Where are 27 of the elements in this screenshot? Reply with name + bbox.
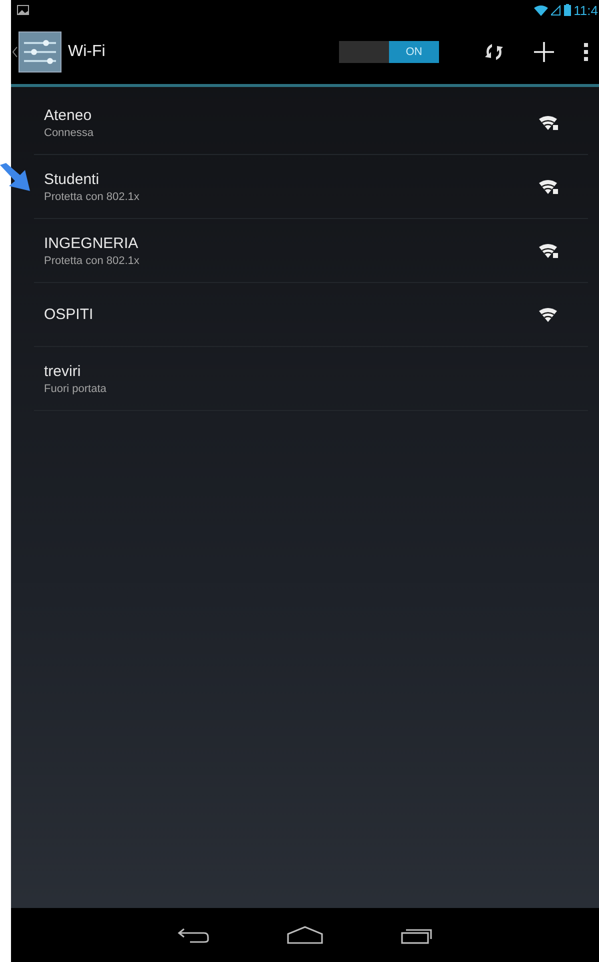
network-row[interactable]: Studenti Protetta con 802.1x xyxy=(34,155,588,219)
network-status: Fuori portata xyxy=(44,382,108,394)
battery-icon xyxy=(564,4,571,16)
up-button[interactable] xyxy=(12,31,62,73)
network-row[interactable]: Ateneo Connessa xyxy=(34,91,588,155)
network-status: Protetta con 802.1x xyxy=(44,254,140,266)
network-status: Protetta con 802.1x xyxy=(44,190,140,202)
network-name: treviri xyxy=(44,362,82,380)
screen-title: Wi-Fi xyxy=(68,43,106,61)
network-name: INGEGNERIA xyxy=(44,234,140,252)
clock-time: 11:4 xyxy=(574,2,598,18)
home-icon[interactable] xyxy=(286,925,324,945)
settings-sliders-icon xyxy=(18,31,62,73)
network-row[interactable]: treviri Fuori portata xyxy=(34,347,588,411)
network-name: OSPITI xyxy=(44,306,94,323)
add-icon[interactable] xyxy=(533,41,555,63)
back-icon[interactable] xyxy=(176,926,210,944)
cell-signal-icon xyxy=(550,4,561,16)
wifi-signal-icon xyxy=(534,4,548,16)
overflow-menu-icon[interactable] xyxy=(583,41,589,63)
picture-notification-icon xyxy=(17,5,29,15)
network-name: Studenti xyxy=(44,170,100,188)
network-name: Ateneo xyxy=(44,106,93,124)
network-row[interactable]: OSPITI xyxy=(34,283,588,347)
network-status: Connessa xyxy=(44,126,95,138)
back-caret-icon xyxy=(12,46,18,58)
network-row[interactable]: INGEGNERIA Protetta con 802.1x xyxy=(34,219,588,283)
